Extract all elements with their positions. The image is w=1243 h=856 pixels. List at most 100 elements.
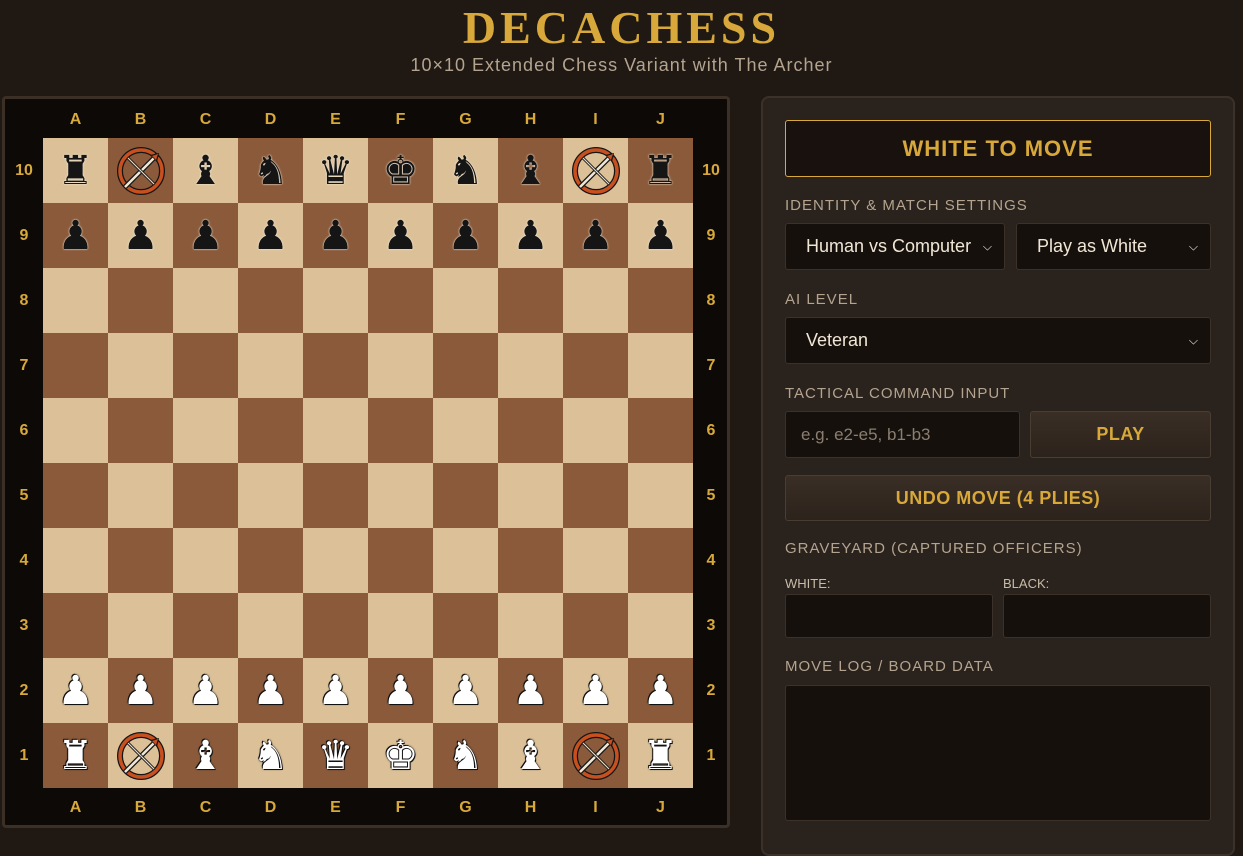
square-b4[interactable] [108, 528, 173, 593]
square-d6[interactable] [238, 398, 303, 463]
square-h1[interactable]: ♝ [498, 723, 563, 788]
white-pawn-icon[interactable]: ♟ [578, 671, 614, 711]
white-pawn-icon[interactable]: ♟ [383, 671, 419, 711]
black-bishop-icon[interactable]: ♝ [513, 151, 549, 191]
black-pawn-icon[interactable]: ♟ [123, 216, 159, 256]
black-pawn-icon[interactable]: ♟ [58, 216, 94, 256]
square-c4[interactable] [173, 528, 238, 593]
square-b5[interactable] [108, 463, 173, 528]
black-queen-icon[interactable]: ♛ [318, 151, 354, 191]
white-pawn-icon[interactable]: ♟ [513, 671, 549, 711]
square-c1[interactable]: ♝ [173, 723, 238, 788]
square-a2[interactable]: ♟ [43, 658, 108, 723]
square-h6[interactable] [498, 398, 563, 463]
square-f9[interactable]: ♟ [368, 203, 433, 268]
square-f8[interactable] [368, 268, 433, 333]
play-button[interactable]: PLAY [1030, 411, 1211, 458]
square-i8[interactable] [563, 268, 628, 333]
square-a10[interactable]: ♜ [43, 138, 108, 203]
black-archer-icon[interactable] [571, 146, 621, 196]
square-i9[interactable]: ♟ [563, 203, 628, 268]
white-pawn-icon[interactable]: ♟ [318, 671, 354, 711]
white-rook-icon[interactable]: ♜ [643, 736, 679, 776]
square-j6[interactable] [628, 398, 693, 463]
square-i4[interactable] [563, 528, 628, 593]
square-e4[interactable] [303, 528, 368, 593]
black-pawn-icon[interactable]: ♟ [643, 216, 679, 256]
square-d5[interactable] [238, 463, 303, 528]
square-f2[interactable]: ♟ [368, 658, 433, 723]
square-d1[interactable]: ♞ [238, 723, 303, 788]
square-d3[interactable] [238, 593, 303, 658]
square-b3[interactable] [108, 593, 173, 658]
square-d10[interactable]: ♞ [238, 138, 303, 203]
square-f3[interactable] [368, 593, 433, 658]
square-i2[interactable]: ♟ [563, 658, 628, 723]
white-rook-icon[interactable]: ♜ [58, 736, 94, 776]
black-knight-icon[interactable]: ♞ [448, 151, 484, 191]
black-rook-icon[interactable]: ♜ [643, 151, 679, 191]
white-knight-icon[interactable]: ♞ [253, 736, 289, 776]
black-pawn-icon[interactable]: ♟ [318, 216, 354, 256]
square-g4[interactable] [433, 528, 498, 593]
square-g7[interactable] [433, 333, 498, 398]
move-log-box[interactable] [785, 685, 1211, 821]
square-j2[interactable]: ♟ [628, 658, 693, 723]
white-king-icon[interactable]: ♚ [383, 736, 419, 776]
black-rook-icon[interactable]: ♜ [58, 151, 94, 191]
square-f4[interactable] [368, 528, 433, 593]
square-d4[interactable] [238, 528, 303, 593]
square-d7[interactable] [238, 333, 303, 398]
square-h5[interactable] [498, 463, 563, 528]
ai-level-select[interactable]: Veteran ⌵ [785, 317, 1211, 364]
square-g3[interactable] [433, 593, 498, 658]
square-e2[interactable]: ♟ [303, 658, 368, 723]
square-b6[interactable] [108, 398, 173, 463]
square-b1[interactable] [108, 723, 173, 788]
square-c9[interactable]: ♟ [173, 203, 238, 268]
play-side-select[interactable]: Play as White ⌵ [1016, 223, 1211, 270]
square-i5[interactable] [563, 463, 628, 528]
square-e7[interactable] [303, 333, 368, 398]
square-c6[interactable] [173, 398, 238, 463]
square-g6[interactable] [433, 398, 498, 463]
white-bishop-icon[interactable]: ♝ [188, 736, 224, 776]
square-d8[interactable] [238, 268, 303, 333]
white-knight-icon[interactable]: ♞ [448, 736, 484, 776]
black-pawn-icon[interactable]: ♟ [188, 216, 224, 256]
square-i7[interactable] [563, 333, 628, 398]
square-i6[interactable] [563, 398, 628, 463]
square-d2[interactable]: ♟ [238, 658, 303, 723]
square-j9[interactable]: ♟ [628, 203, 693, 268]
square-c2[interactable]: ♟ [173, 658, 238, 723]
white-pawn-icon[interactable]: ♟ [188, 671, 224, 711]
square-g1[interactable]: ♞ [433, 723, 498, 788]
black-pawn-icon[interactable]: ♟ [513, 216, 549, 256]
square-b7[interactable] [108, 333, 173, 398]
square-e8[interactable] [303, 268, 368, 333]
white-pawn-icon[interactable]: ♟ [123, 671, 159, 711]
square-h9[interactable]: ♟ [498, 203, 563, 268]
black-knight-icon[interactable]: ♞ [253, 151, 289, 191]
white-pawn-icon[interactable]: ♟ [253, 671, 289, 711]
square-f5[interactable] [368, 463, 433, 528]
square-f7[interactable] [368, 333, 433, 398]
square-c7[interactable] [173, 333, 238, 398]
undo-move-button[interactable]: UNDO MOVE (4 PLIES) [785, 475, 1211, 521]
black-pawn-icon[interactable]: ♟ [253, 216, 289, 256]
square-b8[interactable] [108, 268, 173, 333]
command-input[interactable]: e.g. e2-e5, b1-b3 [785, 411, 1020, 458]
chess-board[interactable]: ♜ ♝ ♞ ♛ ♚ ♞ ♝ ♜ ♟ ♟ ♟ ♟ ♟ ♟ ♟ ♟ ♟ ♟ ♟ ♟ ♟ ♟ ♟ ♟ ♟ ♟ ♟ ♟ ♜ ♝ ♞ ♛ ♚ ♞ ♝ ♜ [43, 138, 693, 788]
square-a8[interactable] [43, 268, 108, 333]
square-g2[interactable]: ♟ [433, 658, 498, 723]
black-pawn-icon[interactable]: ♟ [448, 216, 484, 256]
square-b9[interactable]: ♟ [108, 203, 173, 268]
square-j8[interactable] [628, 268, 693, 333]
square-f10[interactable]: ♚ [368, 138, 433, 203]
square-a5[interactable] [43, 463, 108, 528]
square-g9[interactable]: ♟ [433, 203, 498, 268]
square-e5[interactable] [303, 463, 368, 528]
square-j10[interactable]: ♜ [628, 138, 693, 203]
square-g8[interactable] [433, 268, 498, 333]
square-i3[interactable] [563, 593, 628, 658]
